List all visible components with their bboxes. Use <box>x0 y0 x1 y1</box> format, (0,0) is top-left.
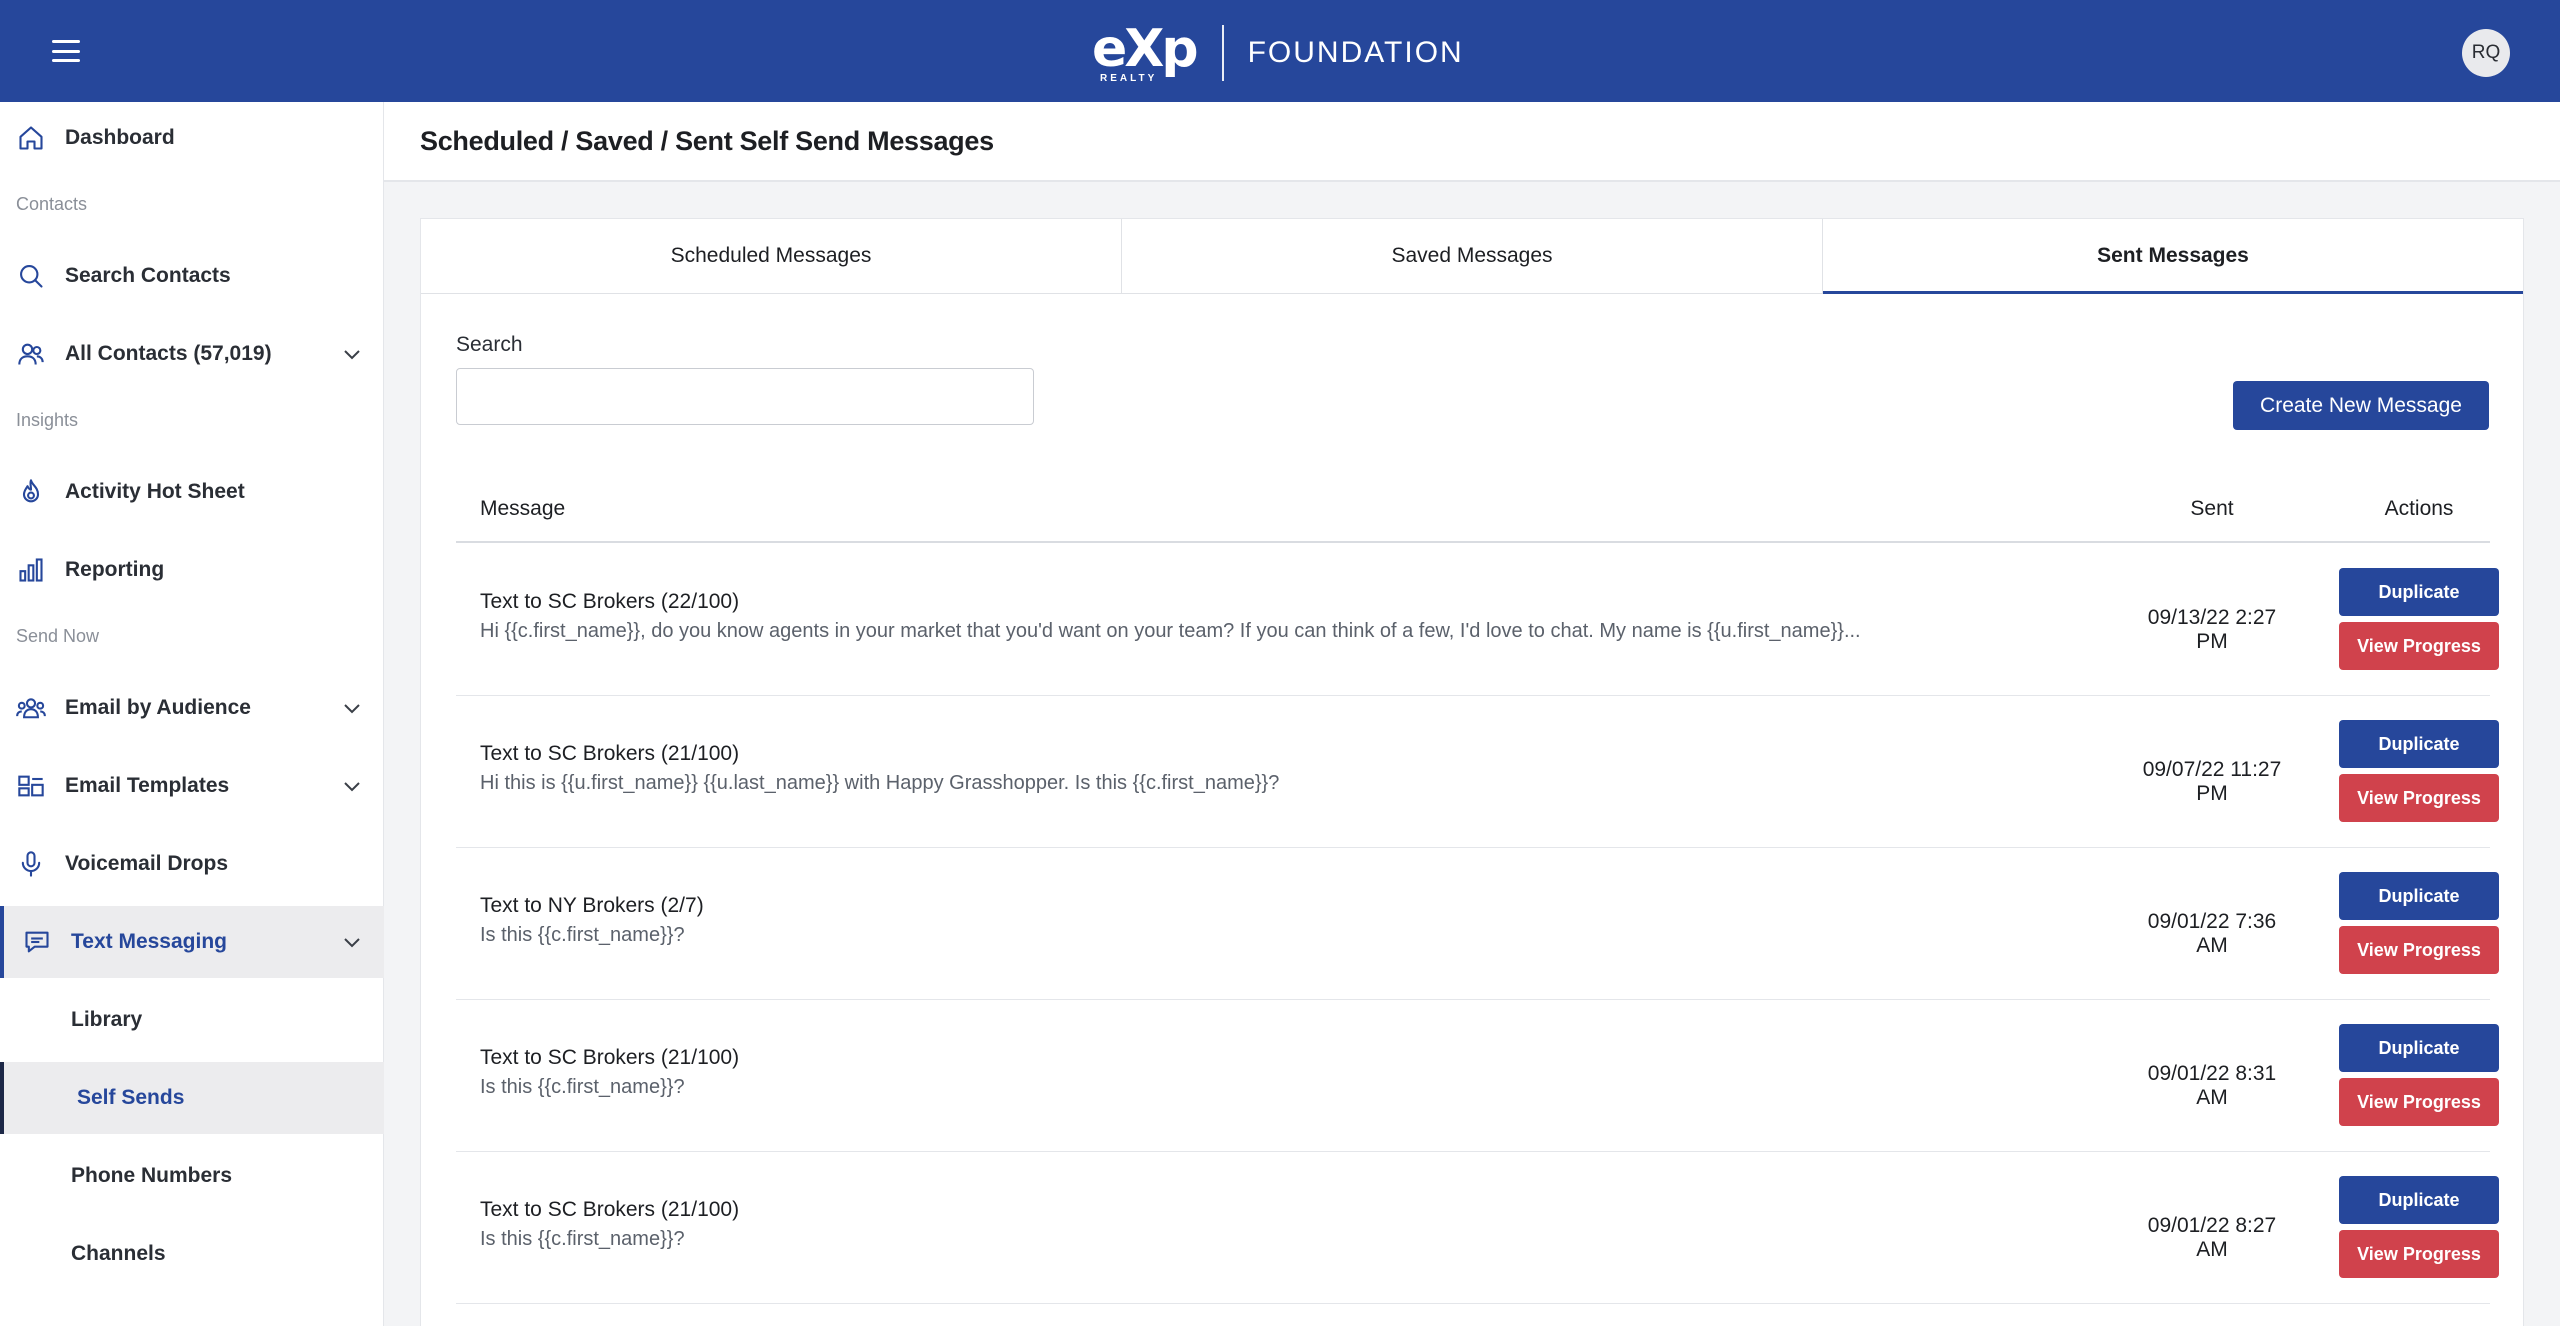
flame-icon <box>16 477 46 507</box>
chevron-down-icon[interactable] <box>340 342 364 366</box>
duplicate-button[interactable]: Duplicate <box>2339 1176 2499 1224</box>
sidebar-item-activity-hot-sheet[interactable]: Activity Hot Sheet <box>0 456 384 528</box>
chevron-down-icon[interactable] <box>340 930 364 954</box>
sent-timestamp: 09/01/22 7:36 AM <box>2147 910 2277 957</box>
chevron-down-icon[interactable] <box>340 774 364 798</box>
sidebar-item-label: All Contacts (57,019) <box>65 342 272 365</box>
sidebar-item-label: Channels <box>71 1242 166 1265</box>
sent-timestamp: 09/01/22 8:27 AM <box>2147 1214 2277 1261</box>
sidebar-item-label: Self Sends <box>77 1086 185 1109</box>
message-title: Text to SC Brokers (21/100) <box>480 1046 740 1069</box>
sidebar-item-label: Search Contacts <box>65 264 231 287</box>
sidebar-item-label: Email Templates <box>65 774 230 797</box>
table-header: Message Sent Actions <box>456 483 2490 543</box>
logo-divider <box>1221 25 1224 81</box>
sidebar-item-search-contacts[interactable]: Search Contacts <box>0 240 384 312</box>
hamburger-icon[interactable] <box>52 40 80 62</box>
sidebar-subitem-library[interactable]: Library <box>0 984 384 1056</box>
logo-name: FOUNDATION <box>1247 36 1464 69</box>
page-header: Scheduled / Saved / Sent Self Send Messa… <box>384 102 2560 182</box>
section-label-send-now: Send Now <box>16 626 100 646</box>
logo-mark: eXp <box>1092 19 1199 79</box>
sent-timestamp: 09/13/22 2:27 PM <box>2147 606 2277 653</box>
bar-chart-icon <box>16 555 46 585</box>
message-body: Is this {{c.first_name}}? <box>480 924 685 946</box>
logo: eXp REALTY FOUNDATION <box>1092 23 1464 84</box>
top-bar: eXp REALTY FOUNDATION RQ <box>0 0 2560 102</box>
users-icon <box>16 339 46 369</box>
sidebar-item-label: Dashboard <box>65 126 175 149</box>
sidebar-item-label: Text Messaging <box>71 930 227 953</box>
messages-panel: Scheduled Messages Saved Messages Sent M… <box>420 218 2524 1326</box>
message-body: Hi {{c.first_name}}, do you know agents … <box>480 620 1861 642</box>
search-label: Search <box>456 333 523 356</box>
view-progress-button[interactable]: View Progress <box>2339 926 2499 974</box>
sidebar-subitem-channels[interactable]: Channels <box>0 1218 384 1290</box>
template-icon <box>16 771 46 801</box>
sent-timestamp: 09/07/22 11:27 PM <box>2142 758 2282 805</box>
sidebar: Dashboard Contacts Search Contacts All C… <box>0 102 384 1326</box>
tab-scheduled-messages[interactable]: Scheduled Messages <box>421 219 1122 293</box>
tab-sent-messages[interactable]: Sent Messages <box>1823 219 2523 294</box>
message-title: Text to SC Brokers (22/100) <box>480 590 740 613</box>
sidebar-item-all-contacts[interactable]: All Contacts (57,019) <box>0 318 384 390</box>
active-indicator <box>0 1062 4 1134</box>
tab-saved-messages[interactable]: Saved Messages <box>1122 219 1823 293</box>
message-title: Text to NY Brokers (2/7) <box>480 894 704 917</box>
page-title: Scheduled / Saved / Sent Self Send Messa… <box>420 126 994 156</box>
message-body: Is this {{c.first_name}}? <box>480 1228 685 1250</box>
message-title: Text to SC Brokers (21/100) <box>480 742 740 765</box>
home-icon <box>16 123 46 153</box>
sidebar-item-label: Reporting <box>65 558 165 581</box>
microphone-icon <box>16 849 46 879</box>
sidebar-item-label: Activity Hot Sheet <box>65 480 245 503</box>
sidebar-item-text-messaging[interactable]: Text Messaging <box>0 906 384 978</box>
table-row: Text to NY Brokers (2/7) Is this {{c.fir… <box>456 848 2499 1000</box>
message-tabs: Scheduled Messages Saved Messages Sent M… <box>421 219 2523 294</box>
section-label-insights: Insights <box>16 410 79 430</box>
view-progress-button[interactable]: View Progress <box>2339 622 2499 670</box>
search-icon <box>16 261 46 291</box>
sent-timestamp: 09/01/22 8:31 AM <box>2147 1062 2277 1109</box>
sidebar-item-reporting[interactable]: Reporting <box>0 534 384 606</box>
table-row: Text to SC Brokers (22/100) Hi {{c.first… <box>456 544 2499 696</box>
sidebar-item-label: Voicemail Drops <box>65 852 228 875</box>
column-header-sent: Sent <box>2190 497 2234 520</box>
message-body: Hi this is {{u.first_name}} {{u.last_nam… <box>480 772 1280 794</box>
duplicate-button[interactable]: Duplicate <box>2339 872 2499 920</box>
table-row: Text to SC Brokers (21/100) Hi this is {… <box>456 696 2499 848</box>
duplicate-button[interactable]: Duplicate <box>2339 720 2499 768</box>
search-input[interactable] <box>456 368 1034 425</box>
audience-icon <box>16 693 46 723</box>
sidebar-subitem-phone-numbers[interactable]: Phone Numbers <box>0 1140 384 1212</box>
message-body: Is this {{c.first_name}}? <box>480 1076 685 1098</box>
column-header-actions: Actions <box>2384 497 2454 520</box>
sidebar-item-email-templates[interactable]: Email Templates <box>0 750 384 822</box>
active-indicator <box>0 906 4 978</box>
chevron-down-icon[interactable] <box>340 696 364 720</box>
table-row: Text to SC Brokers (21/100) Is this {{c.… <box>456 1152 2499 1304</box>
column-header-message: Message <box>480 497 566 520</box>
view-progress-button[interactable]: View Progress <box>2339 1230 2499 1278</box>
duplicate-button[interactable]: Duplicate <box>2339 1024 2499 1072</box>
sidebar-item-label: Phone Numbers <box>71 1164 233 1187</box>
sidebar-item-label: Library <box>71 1008 143 1031</box>
sidebar-item-voicemail-drops[interactable]: Voicemail Drops <box>0 828 384 900</box>
avatar[interactable]: RQ <box>2462 29 2510 77</box>
duplicate-button[interactable]: Duplicate <box>2339 568 2499 616</box>
sidebar-item-dashboard[interactable]: Dashboard <box>0 102 384 174</box>
chat-icon <box>22 927 52 957</box>
table-row: Text to SC Brokers (21/100) Is this {{c.… <box>456 1000 2499 1152</box>
view-progress-button[interactable]: View Progress <box>2339 774 2499 822</box>
sidebar-item-email-by-audience[interactable]: Email by Audience <box>0 672 384 744</box>
view-progress-button[interactable]: View Progress <box>2339 1078 2499 1126</box>
sidebar-subitem-self-sends[interactable]: Self Sends <box>0 1062 384 1134</box>
logo-sub: REALTY <box>1100 73 1158 84</box>
section-label-contacts: Contacts <box>16 194 88 214</box>
message-title: Text to SC Brokers (21/100) <box>480 1198 740 1221</box>
create-new-message-button[interactable]: Create New Message <box>2233 381 2489 430</box>
sidebar-item-label: Email by Audience <box>65 696 251 719</box>
